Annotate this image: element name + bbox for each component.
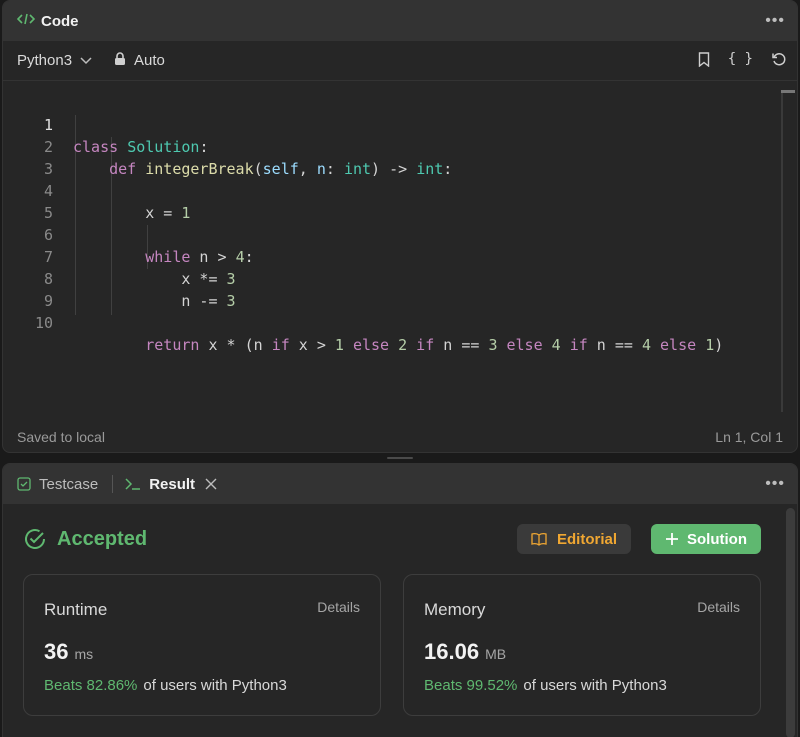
memory-card[interactable]: Memory Details 16.06 MB Beats 99.52% of u… — [403, 574, 761, 716]
editor-toolbar: Python3 Auto { } — [3, 41, 797, 81]
format-braces-icon[interactable]: { } — [728, 51, 753, 67]
code-panel-title: Code — [41, 12, 79, 30]
code-line: 6 while n > 4: — [3, 202, 797, 266]
close-icon[interactable] — [205, 478, 217, 490]
runtime-beats: Beats 82.86% of users with Python3 — [44, 677, 287, 694]
result-panel: Testcase Result ••• Accepted Editorial S… — [2, 463, 798, 737]
plus-icon — [665, 532, 679, 546]
code-line: 8 n -= 3 — [3, 246, 797, 310]
code-line: 2 def integerBreak(self, n: int) -> int: — [3, 114, 797, 178]
editor-statusbar: Saved to local Ln 1, Col 1 — [3, 422, 797, 452]
solution-label: Solution — [687, 530, 747, 548]
submission-status-row: Accepted Editorial Solution — [23, 524, 761, 554]
code-line: 10 return x * (n if x > 1 else 2 if n ==… — [3, 290, 797, 354]
more-options-icon[interactable]: ••• — [765, 12, 785, 30]
runtime-beats-suffix: of users with Python3 — [143, 677, 287, 694]
checkbox-icon — [17, 477, 31, 491]
code-line: 5 — [3, 180, 797, 222]
tab-testcase[interactable]: Testcase — [17, 476, 98, 493]
auto-mode-label: Auto — [134, 52, 165, 69]
runtime-beats-percent: Beats 82.86% — [44, 677, 138, 694]
memory-beats-percent: Beats 99.52% — [424, 677, 518, 694]
tab-result-label: Result — [149, 475, 196, 493]
runtime-card[interactable]: Runtime Details 36 ms Beats 82.86% of use… — [23, 574, 381, 716]
editorial-label: Editorial — [556, 530, 617, 548]
runtime-value: 36 ms — [44, 639, 93, 665]
solution-button[interactable]: Solution — [651, 524, 761, 554]
code-line: 7 x *= 3 — [3, 224, 797, 288]
code-panel: Code ••• Python3 Auto { } 1 class Soluti… — [2, 0, 798, 453]
code-line: 4 x = 1 — [3, 158, 797, 222]
runtime-unit: ms — [74, 646, 94, 662]
bookmark-icon[interactable] — [698, 51, 710, 67]
language-select[interactable]: Python3 — [17, 52, 92, 69]
code-panel-header: Code ••• — [3, 1, 797, 41]
auto-mode-toggle[interactable]: Auto — [114, 51, 165, 70]
code-line: 3 — [3, 136, 797, 178]
memory-beats: Beats 99.52% of users with Python3 — [424, 677, 667, 694]
chevron-down-icon — [80, 52, 92, 69]
tab-separator — [112, 475, 114, 493]
tab-testcase-label: Testcase — [39, 475, 99, 493]
result-scrollbar[interactable] — [786, 508, 795, 737]
lock-icon — [114, 51, 126, 70]
code-editor[interactable]: 1 class Solution: 2 def integerBreak(sel… — [3, 82, 797, 412]
code-line: 1 class Solution: — [3, 92, 797, 156]
runtime-number: 36 — [44, 639, 69, 664]
memory-unit: MB — [485, 646, 507, 662]
memory-details-link[interactable]: Details — [697, 599, 740, 615]
editor-scroll-thumb[interactable] — [781, 90, 795, 93]
runtime-title: Runtime — [44, 600, 108, 619]
more-options-icon[interactable]: ••• — [765, 475, 785, 493]
editor-scrollbar[interactable] — [781, 90, 783, 412]
memory-value: 16.06 MB — [424, 639, 506, 665]
memory-number: 16.06 — [424, 639, 480, 664]
book-icon — [531, 532, 547, 546]
editorial-button[interactable]: Editorial — [516, 524, 631, 554]
save-status: Saved to local — [17, 429, 105, 445]
code-icon — [16, 12, 36, 31]
memory-title: Memory — [424, 600, 486, 619]
tab-result[interactable]: Result — [125, 476, 217, 493]
cursor-position: Ln 1, Col 1 — [715, 429, 783, 445]
code-line: 9 — [3, 268, 797, 310]
memory-beats-suffix: of users with Python3 — [523, 677, 667, 694]
status-accepted: Accepted — [57, 527, 148, 550]
check-circle-icon — [23, 527, 47, 551]
panel-resize-handle[interactable] — [387, 457, 413, 459]
runtime-details-link[interactable]: Details — [317, 599, 360, 615]
terminal-icon — [125, 477, 141, 491]
language-label: Python3 — [17, 52, 73, 69]
line-number: 10 — [34, 314, 53, 332]
result-tabs: Testcase Result ••• — [3, 464, 797, 504]
reset-icon[interactable] — [771, 51, 787, 67]
